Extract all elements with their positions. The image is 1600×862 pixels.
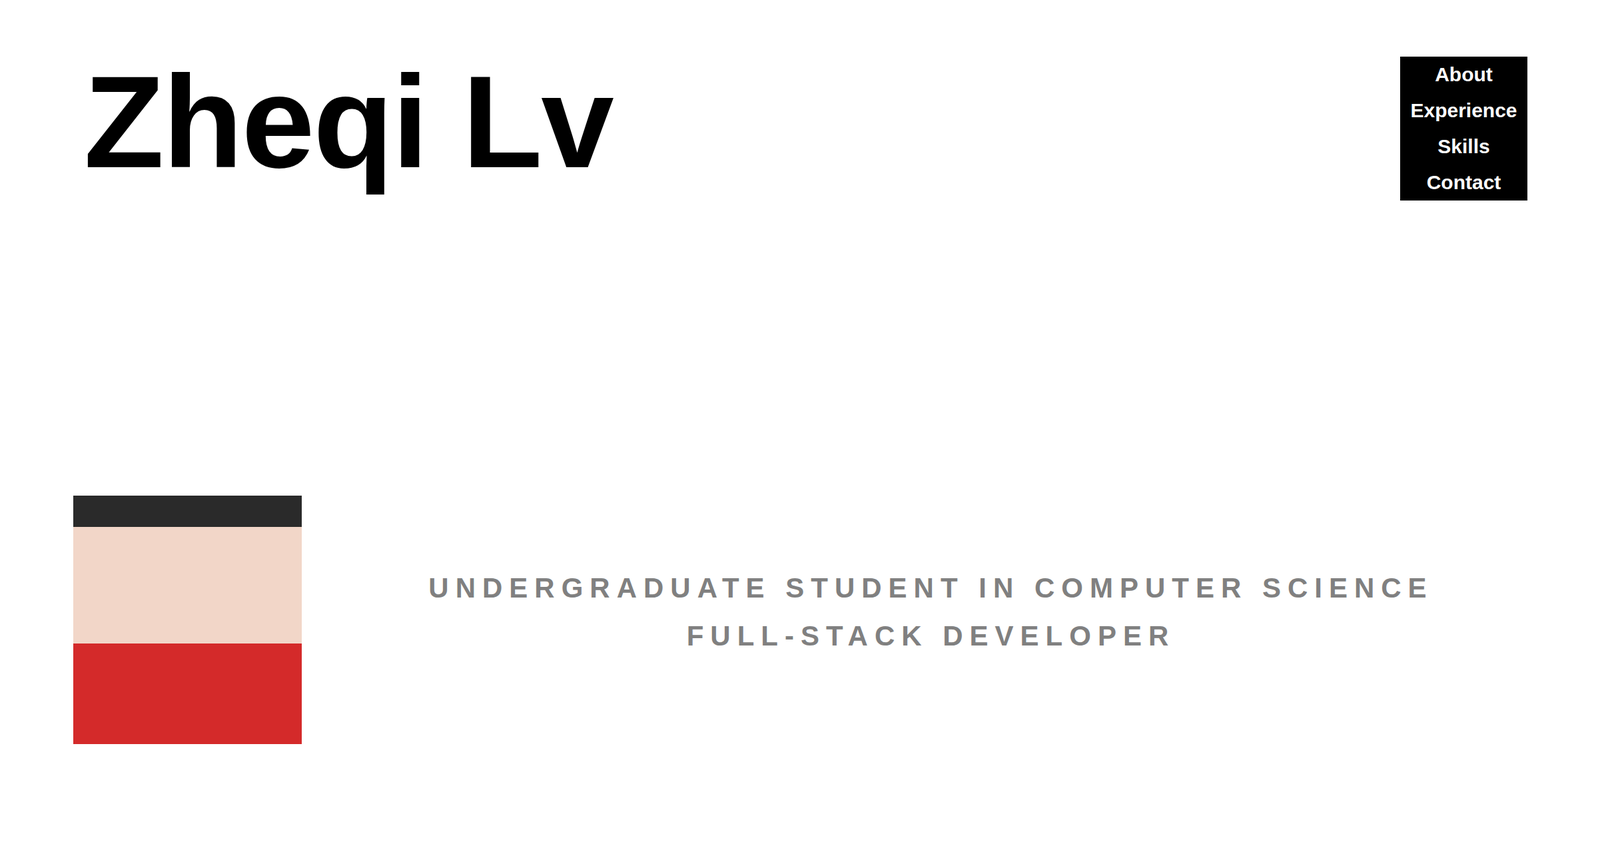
site-name: Zheqi Lv <box>83 56 613 188</box>
nav-menu: AboutExperienceSkillsContact <box>1400 56 1528 201</box>
hero: UNDERGRADUATE STUDENT IN COMPUTER SCIENC… <box>0 200 1600 745</box>
page: Zheqi Lv AboutExperienceSkillsContact UN… <box>0 0 1600 862</box>
nav-item[interactable]: Skills <box>1437 128 1490 165</box>
profile-photo <box>73 479 302 745</box>
tagline: UNDERGRADUATE STUDENT IN COMPUTER SCIENC… <box>301 564 1561 661</box>
tagline-line: FULL-STACK DEVELOPER <box>686 612 1176 661</box>
nav-item[interactable]: About <box>1434 56 1493 93</box>
nav-item[interactable]: Contact <box>1426 164 1502 201</box>
header: Zheqi Lv AboutExperienceSkillsContact <box>0 0 1600 201</box>
tagline-line: UNDERGRADUATE STUDENT IN COMPUTER SCIENC… <box>428 564 1433 613</box>
nav-item[interactable]: Experience <box>1410 92 1517 129</box>
